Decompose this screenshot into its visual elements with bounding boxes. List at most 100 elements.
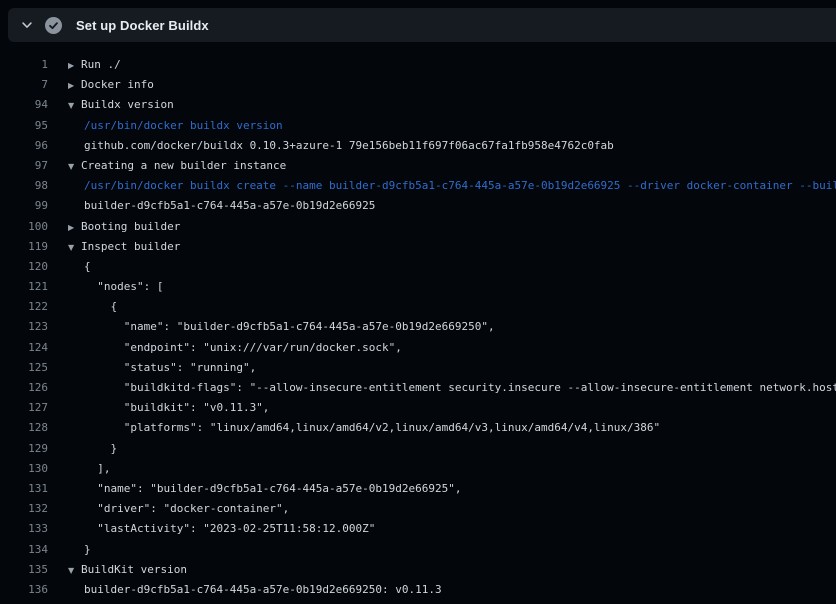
log-output-text: "driver": "docker-container", xyxy=(48,499,836,519)
log-line: 135▼BuildKit version xyxy=(0,560,836,580)
log-line: 134} xyxy=(0,540,836,560)
log-group-header[interactable]: ▼Inspect builder xyxy=(48,237,836,257)
log-output-text: "status": "running", xyxy=(48,358,836,378)
log-output-text: "platforms": "linux/amd64,linux/amd64/v2… xyxy=(48,418,836,438)
log-group-header[interactable]: ▼BuildKit version xyxy=(48,560,836,580)
line-number[interactable]: 134 xyxy=(0,540,48,560)
log-line: 95/usr/bin/docker buildx version xyxy=(0,116,836,136)
log-line: 123 "name": "builder-d9cfb5a1-c764-445a-… xyxy=(0,317,836,337)
log-line: 97▼Creating a new builder instance xyxy=(0,156,836,176)
line-number[interactable]: 120 xyxy=(0,257,48,277)
log-viewer: 1▶Run ./7▶Docker info94▼Buildx version95… xyxy=(0,42,836,604)
log-output-text: { xyxy=(48,257,836,277)
actions-log-page: Set up Docker Buildx 1▶Run ./7▶Docker in… xyxy=(0,0,836,604)
line-number[interactable]: 123 xyxy=(0,317,48,337)
log-line: 122 { xyxy=(0,297,836,317)
group-label: Inspect builder xyxy=(81,240,180,253)
log-line: 120{ xyxy=(0,257,836,277)
line-number[interactable]: 100 xyxy=(0,217,48,237)
triangle-down-icon[interactable]: ▼ xyxy=(68,96,81,115)
line-number[interactable]: 133 xyxy=(0,519,48,539)
line-number[interactable]: 124 xyxy=(0,338,48,358)
log-output-text: { xyxy=(48,297,836,317)
log-output-text: "lastActivity": "2023-02-25T11:58:12.000… xyxy=(48,519,836,539)
log-line: 98/usr/bin/docker buildx create --name b… xyxy=(0,176,836,196)
log-line: 124 "endpoint": "unix:///var/run/docker.… xyxy=(0,338,836,358)
log-line: 100▶Booting builder xyxy=(0,217,836,237)
line-number[interactable]: 122 xyxy=(0,297,48,317)
log-command-text: /usr/bin/docker buildx create --name bui… xyxy=(48,176,836,196)
line-number[interactable]: 128 xyxy=(0,418,48,438)
log-output-text: "buildkit": "v0.11.3", xyxy=(48,398,836,418)
triangle-down-icon[interactable]: ▼ xyxy=(68,561,81,580)
triangle-down-icon[interactable]: ▼ xyxy=(68,238,81,257)
step-header[interactable]: Set up Docker Buildx xyxy=(8,8,836,42)
log-line: 126 "buildkitd-flags": "--allow-insecure… xyxy=(0,378,836,398)
log-line: 131 "name": "builder-d9cfb5a1-c764-445a-… xyxy=(0,479,836,499)
line-number[interactable]: 119 xyxy=(0,237,48,257)
line-number[interactable]: 98 xyxy=(0,176,48,196)
log-command-text: /usr/bin/docker buildx version xyxy=(48,116,836,136)
log-line: 130 ], xyxy=(0,459,836,479)
log-output-text: "endpoint": "unix:///var/run/docker.sock… xyxy=(48,338,836,358)
log-line: 1▶Run ./ xyxy=(0,55,836,75)
check-circle-icon xyxy=(45,17,62,34)
line-number[interactable]: 136 xyxy=(0,580,48,600)
log-output-text: "buildkitd-flags": "--allow-insecure-ent… xyxy=(48,378,836,398)
log-line: 127 "buildkit": "v0.11.3", xyxy=(0,398,836,418)
log-output-text: github.com/docker/buildx 0.10.3+azure-1 … xyxy=(48,136,836,156)
log-group-header[interactable]: ▼Buildx version xyxy=(48,95,836,115)
line-number[interactable]: 1 xyxy=(0,55,48,75)
line-number[interactable]: 94 xyxy=(0,95,48,115)
group-label: Docker info xyxy=(81,78,154,91)
triangle-right-icon[interactable]: ▶ xyxy=(68,56,81,75)
line-number[interactable]: 95 xyxy=(0,116,48,136)
line-number[interactable]: 129 xyxy=(0,439,48,459)
log-line: 99builder-d9cfb5a1-c764-445a-a57e-0b19d2… xyxy=(0,196,836,216)
log-group-header[interactable]: ▶Booting builder xyxy=(48,217,836,237)
log-output-text: } xyxy=(48,540,836,560)
log-line: 125 "status": "running", xyxy=(0,358,836,378)
line-number[interactable]: 121 xyxy=(0,277,48,297)
group-label: Booting builder xyxy=(81,220,180,233)
line-number[interactable]: 125 xyxy=(0,358,48,378)
log-output-text: "nodes": [ xyxy=(48,277,836,297)
triangle-down-icon[interactable]: ▼ xyxy=(68,157,81,176)
log-line: 136builder-d9cfb5a1-c764-445a-a57e-0b19d… xyxy=(0,580,836,600)
log-line: 132 "driver": "docker-container", xyxy=(0,499,836,519)
log-group-header[interactable]: ▼Creating a new builder instance xyxy=(48,156,836,176)
log-line: 94▼Buildx version xyxy=(0,95,836,115)
log-line: 129 } xyxy=(0,439,836,459)
log-group-header[interactable]: ▶Docker info xyxy=(48,75,836,95)
log-group-header[interactable]: ▶Run ./ xyxy=(48,55,836,75)
log-output-text: ], xyxy=(48,459,836,479)
line-number[interactable]: 7 xyxy=(0,75,48,95)
line-number[interactable]: 99 xyxy=(0,196,48,216)
step-title: Set up Docker Buildx xyxy=(76,18,209,33)
log-line: 119▼Inspect builder xyxy=(0,237,836,257)
log-line: 96github.com/docker/buildx 0.10.3+azure-… xyxy=(0,136,836,156)
line-number[interactable]: 132 xyxy=(0,499,48,519)
line-number[interactable]: 126 xyxy=(0,378,48,398)
log-output-text: builder-d9cfb5a1-c764-445a-a57e-0b19d2e6… xyxy=(48,580,836,600)
line-number[interactable]: 96 xyxy=(0,136,48,156)
group-label: BuildKit version xyxy=(81,563,187,576)
log-line: 133 "lastActivity": "2023-02-25T11:58:12… xyxy=(0,519,836,539)
group-label: Buildx version xyxy=(81,98,174,111)
line-number[interactable]: 130 xyxy=(0,459,48,479)
group-label: Run ./ xyxy=(81,58,121,71)
log-line: 121 "nodes": [ xyxy=(0,277,836,297)
chevron-down-icon[interactable] xyxy=(20,18,34,32)
line-number[interactable]: 135 xyxy=(0,560,48,580)
log-output-text: "name": "builder-d9cfb5a1-c764-445a-a57e… xyxy=(48,479,836,499)
log-output-text: "name": "builder-d9cfb5a1-c764-445a-a57e… xyxy=(48,317,836,337)
line-number[interactable]: 131 xyxy=(0,479,48,499)
log-line: 7▶Docker info xyxy=(0,75,836,95)
line-number[interactable]: 97 xyxy=(0,156,48,176)
log-output-text: builder-d9cfb5a1-c764-445a-a57e-0b19d2e6… xyxy=(48,196,836,216)
log-output-text: } xyxy=(48,439,836,459)
triangle-right-icon[interactable]: ▶ xyxy=(68,76,81,95)
log-line: 128 "platforms": "linux/amd64,linux/amd6… xyxy=(0,418,836,438)
triangle-right-icon[interactable]: ▶ xyxy=(68,218,81,237)
line-number[interactable]: 127 xyxy=(0,398,48,418)
